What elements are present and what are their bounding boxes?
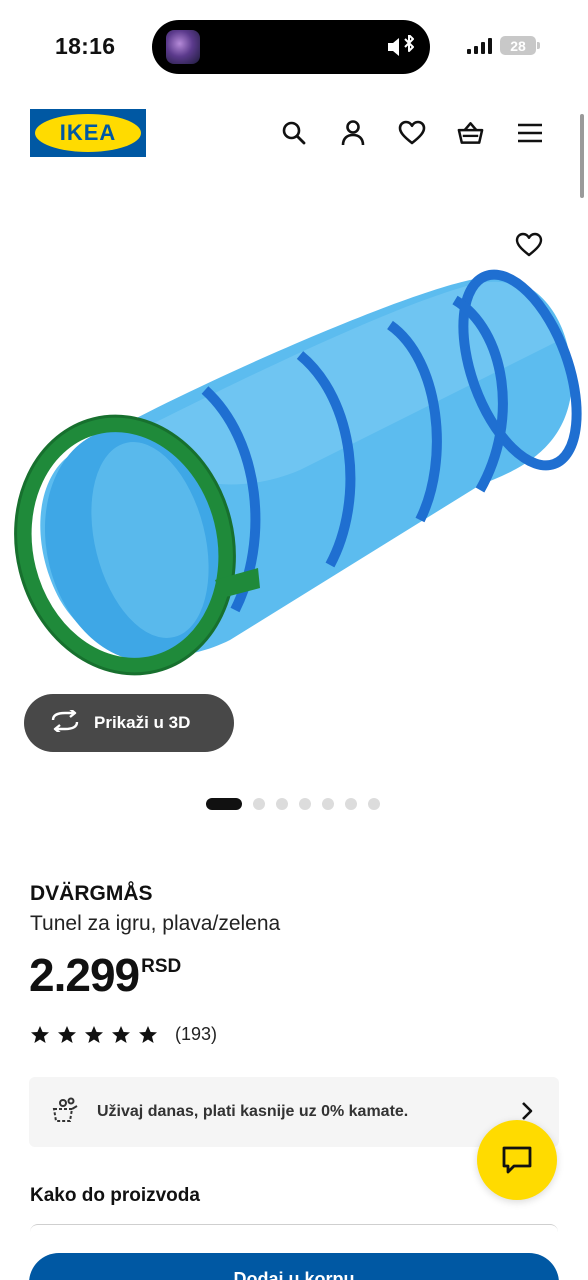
battery-icon: 28: [500, 36, 540, 55]
price-value: 2.299: [29, 949, 140, 1001]
chat-icon: [502, 1146, 532, 1174]
price-currency: RSD: [141, 956, 182, 977]
status-time: 18:16: [55, 33, 116, 59]
rotate-3d-icon: [50, 707, 80, 737]
ikea-logo[interactable]: IKEA: [30, 109, 146, 157]
search-icon[interactable]: [279, 118, 308, 147]
status-indicators: 28: [467, 36, 540, 55]
user-icon[interactable]: [338, 118, 367, 147]
logo-oval: IKEA: [35, 114, 141, 152]
rating-stars: [30, 1025, 158, 1045]
pay-later-banner[interactable]: Uživaj danas, plati kasnije uz 0% kamate…: [29, 1077, 559, 1147]
how-to-get-heading: Kako do proizvoda: [30, 1185, 200, 1206]
add-to-cart-button[interactable]: Dodaj u korpu: [29, 1253, 559, 1280]
battery-level: 28: [510, 37, 526, 54]
site-header: IKEA: [0, 100, 588, 166]
product-image[interactable]: [0, 210, 588, 700]
gallery-dot[interactable]: [299, 798, 311, 810]
gallery-dot[interactable]: [368, 798, 380, 810]
chat-button[interactable]: [477, 1120, 557, 1200]
add-to-wishlist-button[interactable]: [512, 228, 546, 262]
product-price: 2.299 RSD: [29, 952, 181, 998]
menu-icon[interactable]: [515, 118, 544, 147]
installment-icon: [49, 1097, 79, 1128]
mute-icon: [386, 34, 416, 64]
logo-text: IKEA: [59, 120, 117, 145]
add-to-cart-label: Dodaj u korpu: [233, 1269, 355, 1280]
star-icon: [112, 1025, 130, 1043]
status-bar: 18:16 28: [0, 0, 588, 95]
product-description: Tunel za igru, plava/zelena: [30, 912, 281, 935]
gallery-dot[interactable]: [276, 798, 288, 810]
page-scrollbar[interactable]: [580, 114, 584, 198]
pay-later-text: Uživaj danas, plati kasnije uz 0% kamate…: [97, 1103, 409, 1120]
now-playing-artwork: [166, 30, 200, 64]
star-icon: [139, 1025, 157, 1043]
header-actions: [279, 118, 544, 147]
gallery-dot[interactable]: [345, 798, 357, 810]
signal-icon: [467, 37, 492, 54]
gallery-pagination: [206, 798, 380, 810]
dynamic-island: [152, 20, 430, 74]
product-rating[interactable]: (193): [30, 1024, 217, 1045]
heart-icon[interactable]: [397, 118, 426, 147]
star-icon: [58, 1025, 76, 1043]
star-icon: [85, 1025, 103, 1043]
review-count: (193): [175, 1024, 218, 1044]
view-in-3d-label: Prikaži u 3D: [94, 713, 191, 732]
gallery-dot[interactable]: [322, 798, 334, 810]
gallery-dot[interactable]: [253, 798, 265, 810]
gallery-dot[interactable]: [206, 798, 242, 810]
star-icon: [31, 1025, 49, 1043]
view-in-3d-button[interactable]: Prikaži u 3D: [24, 694, 234, 752]
product-name: DVÄRGMÅS: [30, 882, 153, 905]
basket-icon[interactable]: [456, 118, 485, 147]
heart-icon: [515, 232, 543, 257]
